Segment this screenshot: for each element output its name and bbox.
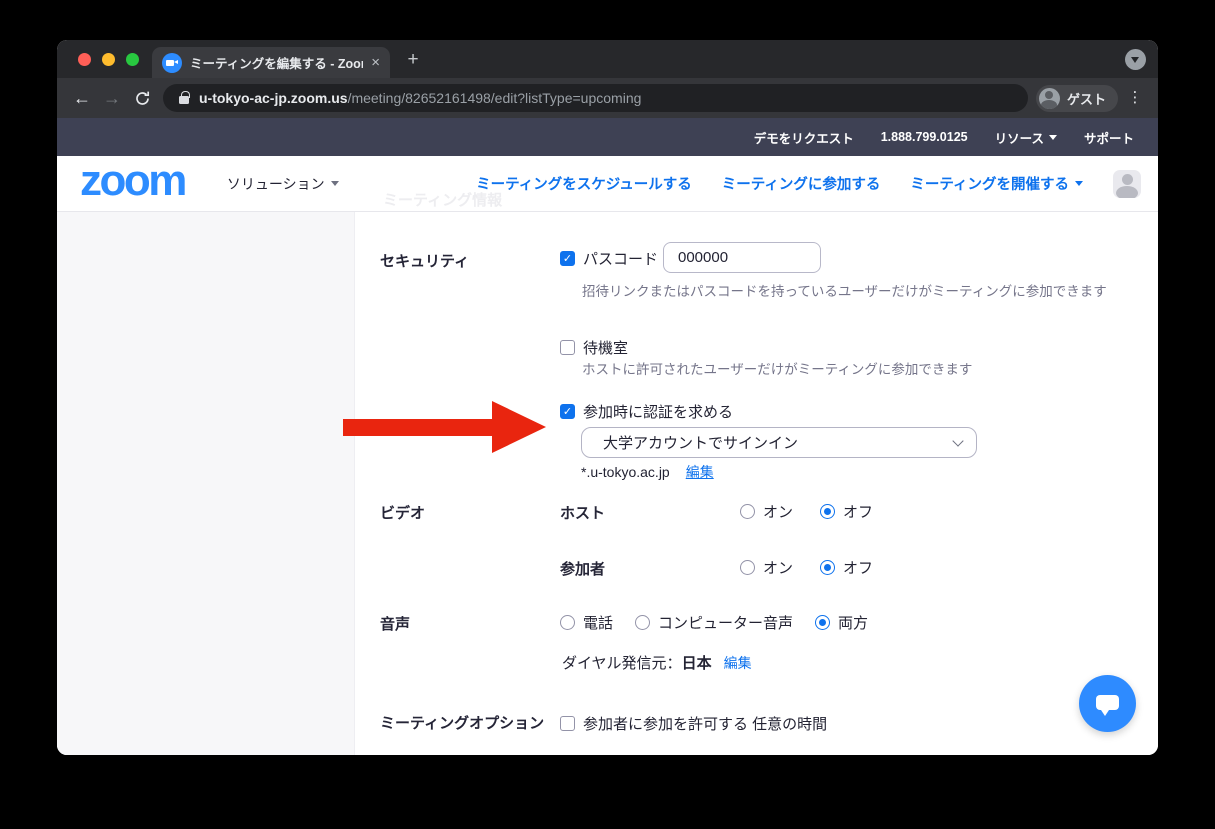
browser-menu-icon[interactable]: ⋮ [1122,83,1148,113]
participant-video-off[interactable]: オフ [820,557,873,578]
new-tab-button[interactable]: + [401,48,425,72]
passcode-input[interactable] [663,242,821,273]
radio-selected-icon[interactable] [815,615,830,630]
chevron-down-icon [331,181,339,186]
radio-selected-icon[interactable] [820,560,835,575]
chevron-down-icon [1049,135,1057,140]
browser-toolbar: ← → u-tokyo-ac-jp.zoom.us /meeting/82652… [57,78,1158,118]
waiting-room-label: 待機室 [583,337,628,358]
scrolled-ghost-text: ミーティング情報 [383,189,502,210]
audio-section-label: 音声 [380,613,410,634]
radio-selected-icon[interactable] [820,504,835,519]
reload-button[interactable] [127,83,157,113]
user-avatar[interactable] [1113,170,1141,198]
passcode-help-text: 招待リンクまたはパスコードを持っているユーザーだけがミーティングに参加できます [582,280,1107,300]
radio-icon[interactable] [740,504,755,519]
allow-join-label: 参加者に参加を許可する 任意の時間 [583,713,827,734]
dial-in-row: ダイヤル発信元：日本 編集 [562,652,752,673]
passcode-label: パスコード [583,248,658,269]
meeting-options-label: ミーティングオプション [380,712,544,733]
auth-checkbox-row: ✓ 参加時に認証を求める [560,401,733,422]
minimize-window-button[interactable] [102,53,115,66]
participant-video-on[interactable]: オン [740,557,793,578]
auth-domain-row: *.u-tokyo.ac.jp 編集 [581,462,714,482]
left-gutter [57,212,355,755]
chevron-down-icon [952,435,963,446]
zoom-logo[interactable]: zoom [80,161,185,201]
audio-radios: 電話 コンピューター音声 両方 [560,612,868,633]
host-video-radios: オン オフ [740,501,873,522]
lock-icon [179,96,189,104]
passcode-checkbox[interactable]: ✓ [560,251,575,266]
host-video-off[interactable]: オフ [820,501,873,522]
site-header: ミーティング情報 zoom ソリューション ミーティングをスケジュールする ミー… [57,156,1158,212]
audio-computer[interactable]: コンピューター音声 [635,612,793,633]
phone-number[interactable]: 1.888.799.0125 [881,130,968,144]
host-meeting-menu[interactable]: ミーティングを開催する [910,173,1083,194]
page-content: セキュリティ ✓ パスコード 招待リンクまたはパスコードを持っているユーザーだけ… [57,212,1158,755]
participant-label: 参加者 [560,558,605,579]
chat-bubble-icon [1096,695,1119,710]
join-meeting-link[interactable]: ミーティングに参加する [722,173,881,194]
dial-in-country: 日本 [682,655,712,672]
passcode-checkbox-row: ✓ パスコード [560,248,658,269]
tab-title: ミーティングを編集する - Zoom [190,53,363,72]
waiting-room-help-text: ホストに許可されたユーザーだけがミーティングに参加できます [582,358,972,378]
auth-method-select[interactable]: 大学アカウントでサインイン [581,427,977,458]
profile-avatar-icon [1039,88,1060,109]
site-top-nav: デモをリクエスト 1.888.799.0125 リソース サポート [57,118,1158,156]
window-controls [78,53,139,66]
red-arrow-annotation [343,419,493,436]
maximize-window-button[interactable] [126,53,139,66]
waiting-room-checkbox-row: 待機室 [560,337,628,358]
meeting-edit-form: セキュリティ ✓ パスコード 招待リンクまたはパスコードを持っているユーザーだけ… [355,212,1158,755]
allow-join-checkbox[interactable] [560,716,575,731]
browser-window: ミーティングを編集する - Zoom × + ← → u-tokyo-ac-jp… [57,40,1158,755]
allow-join-checkbox-row: 参加者に参加を許可する 任意の時間 [560,713,827,734]
reload-icon [134,90,151,107]
resources-menu[interactable]: リソース [995,128,1057,147]
red-arrow-head [492,401,546,453]
schedule-meeting-link[interactable]: ミーティングをスケジュールする [476,173,692,194]
radio-icon[interactable] [560,615,575,630]
auth-method-value: 大学アカウントでサインイン [603,432,954,453]
request-demo-link[interactable]: デモをリクエスト [754,128,854,147]
dial-in-prefix: ダイヤル発信元： [562,655,682,672]
waiting-room-checkbox[interactable] [560,340,575,355]
radio-icon[interactable] [635,615,650,630]
auth-domain-edit-link[interactable]: 編集 [686,462,714,482]
security-section-label: セキュリティ [380,250,469,271]
address-bar[interactable]: u-tokyo-ac-jp.zoom.us /meeting/826521614… [163,84,1028,112]
url-path: /meeting/82652161498/edit?listType=upcom… [348,90,642,106]
dial-in-edit-link[interactable]: 編集 [724,653,752,673]
tab-search-icon[interactable] [1125,49,1146,70]
tab-strip: ミーティングを編集する - Zoom × + [57,40,1158,78]
back-button[interactable]: ← [67,83,97,113]
auth-domain-text: *.u-tokyo.ac.jp [581,464,670,480]
auth-checkbox[interactable]: ✓ [560,404,575,419]
participant-video-radios: オン オフ [740,557,873,578]
video-section-label: ビデオ [380,502,425,523]
profile-label: ゲスト [1067,89,1106,108]
host-video-on[interactable]: オン [740,501,793,522]
zoom-favicon-icon [162,53,182,73]
url-domain: u-tokyo-ac-jp.zoom.us [199,90,348,106]
help-chat-button[interactable] [1079,675,1136,732]
tab-close-icon[interactable]: × [371,54,380,71]
browser-tab[interactable]: ミーティングを編集する - Zoom × [152,47,390,78]
auth-label: 参加時に認証を求める [583,401,733,422]
header-links: ミーティングをスケジュールする ミーティングに参加する ミーティングを開催する [476,173,1083,194]
radio-icon[interactable] [740,560,755,575]
audio-both[interactable]: 両方 [815,612,868,633]
host-label: ホスト [560,502,605,523]
support-link[interactable]: サポート [1084,128,1134,147]
solutions-menu[interactable]: ソリューション [227,174,339,194]
forward-button: → [97,83,127,113]
close-window-button[interactable] [78,53,91,66]
chevron-down-icon [1075,181,1083,186]
audio-phone[interactable]: 電話 [560,612,613,633]
browser-profile-button[interactable]: ゲスト [1036,85,1118,112]
